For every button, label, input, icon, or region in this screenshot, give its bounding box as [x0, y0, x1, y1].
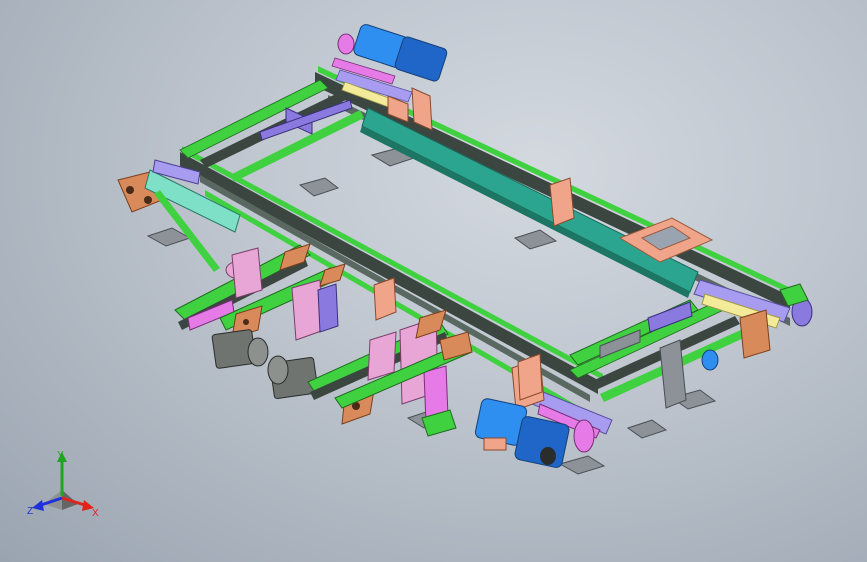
support-foot: [513, 229, 558, 250]
axis-triad: Y X Z: [27, 450, 99, 519]
motor-top: [337, 24, 448, 82]
support-foot: [558, 455, 606, 475]
triad-x-label: X: [92, 508, 99, 519]
gearmotor-left-a: [211, 329, 269, 369]
support-foot: [298, 177, 340, 197]
triad-z-label: Z: [27, 506, 33, 517]
cad-viewport[interactable]: [0, 0, 867, 562]
conveyor-belt-center: [360, 107, 699, 298]
triad-y-label: Y: [57, 450, 64, 461]
support-foot: [626, 419, 668, 439]
triad-z-arrow-icon: [32, 500, 44, 511]
